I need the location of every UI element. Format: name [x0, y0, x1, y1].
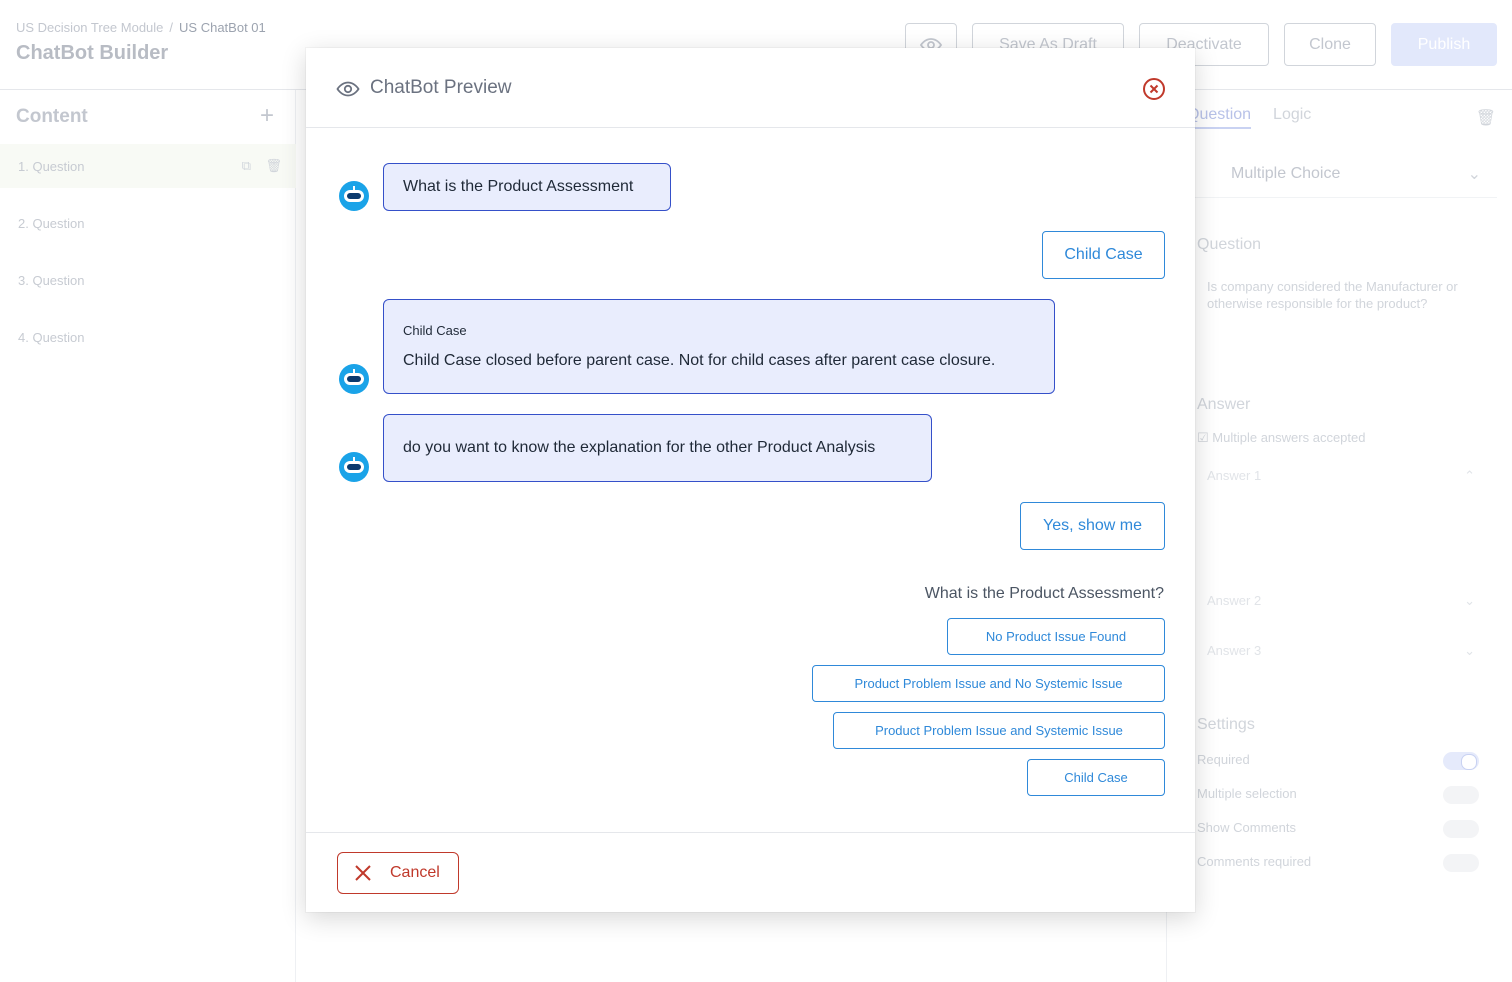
setting-show-comments: Show Comments: [1197, 820, 1296, 835]
message-text: do you want to know the explanation for …: [403, 439, 876, 456]
question-prompt: What is the Product Assessment?: [924, 585, 1164, 602]
robot-icon: [344, 457, 364, 473]
sidebar-item-label: 2. Question: [18, 215, 85, 231]
modal-footer: Cancel: [306, 832, 1195, 912]
required-toggle[interactable]: [1443, 752, 1479, 770]
sidebar-item-question-4[interactable]: 4. Question: [0, 315, 296, 359]
show-comments-toggle[interactable]: [1443, 820, 1479, 838]
reply-text: Yes, show me: [1042, 517, 1142, 534]
sidebar-item-question-3[interactable]: 3. Question: [0, 258, 296, 302]
chevron-up-icon: ⌃: [1464, 468, 1475, 483]
eye-icon: [336, 81, 360, 97]
sidebar-item-label: 4. Question: [18, 329, 85, 345]
robot-icon: [344, 186, 364, 202]
multiple-answers-checkbox[interactable]: ☑ Multiple answers accepted: [1197, 430, 1365, 446]
option-child-case[interactable]: Child Case: [1027, 759, 1165, 796]
multiple-answers-label: Multiple answers accepted: [1212, 430, 1366, 445]
message-text: What is the Product Assessment: [403, 178, 634, 195]
sidebar-item-question-2[interactable]: 2. Question: [0, 201, 296, 245]
setting-multiple-selection: Multiple selection: [1197, 786, 1297, 801]
comments-required-toggle[interactable]: [1443, 854, 1479, 872]
answer-1-label: Answer 1: [1207, 468, 1262, 483]
bot-message: do you want to know the explanation for …: [383, 414, 932, 482]
content-sidebar: Content + 1. Question ⧉ 🗑 2. Question 3.…: [0, 90, 296, 982]
settings-label: Settings: [1197, 716, 1255, 733]
question-label: Question: [1197, 236, 1262, 253]
answer-3-row[interactable]: Answer 3 ⌄: [1197, 643, 1487, 658]
question-type-select[interactable]: Multiple Choice ⌄: [1187, 150, 1497, 198]
publish-button[interactable]: Publish: [1391, 23, 1497, 66]
cancel-label: Cancel: [390, 864, 440, 881]
option-product-problem-no-systemic[interactable]: Product Problem Issue and No Systemic Is…: [812, 665, 1165, 702]
sidebar-title: Content: [16, 106, 88, 127]
bot-message: Child Case Child Case closed before pare…: [383, 299, 1055, 394]
cancel-button[interactable]: Cancel: [337, 852, 459, 894]
clone-button[interactable]: Clone: [1284, 23, 1376, 66]
chevron-down-icon: ⌄: [1467, 166, 1481, 183]
add-icon[interactable]: +: [260, 102, 274, 130]
close-icon[interactable]: [1142, 77, 1166, 101]
option-product-problem-systemic[interactable]: Product Problem Issue and Systemic Issue: [833, 712, 1165, 749]
breadcrumb: US Decision Tree Module / US ChatBot 01: [16, 20, 266, 35]
message-subtitle: Child Case: [403, 323, 467, 338]
tab-question[interactable]: Question: [1187, 106, 1252, 129]
trash-icon[interactable]: 🗑: [1476, 108, 1496, 128]
page-title: ChatBot Builder: [16, 42, 169, 64]
breadcrumb-module[interactable]: US Decision Tree Module: [16, 20, 163, 35]
user-reply-bubble: Yes, show me: [1020, 502, 1165, 550]
reply-text: Child Case: [1064, 246, 1143, 263]
chevron-down-icon: ⌄: [1464, 643, 1475, 658]
sidebar-item-question-1[interactable]: 1. Question ⧉ 🗑: [0, 144, 296, 188]
robot-icon: [344, 369, 364, 385]
modal-header: ChatBot Preview: [306, 48, 1195, 128]
modal-title: ChatBot Preview: [370, 77, 512, 98]
copy-icon[interactable]: ⧉: [242, 158, 251, 173]
multiple-selection-toggle[interactable]: [1443, 786, 1479, 804]
chatbot-preview-modal: ChatBot Preview What is the Product Asse…: [306, 48, 1195, 912]
question-text[interactable]: Is company considered the Manufacturer o…: [1207, 278, 1477, 312]
chevron-down-icon: ⌄: [1464, 593, 1475, 608]
option-no-product-issue-found[interactable]: No Product Issue Found: [947, 618, 1165, 655]
setting-required: Required: [1197, 752, 1250, 767]
checkbox-icon: ☑: [1197, 430, 1209, 445]
answer-label: Answer: [1197, 396, 1251, 413]
answer-2-label: Answer 2: [1207, 593, 1262, 608]
bot-message: What is the Product Assessment: [383, 163, 671, 211]
bot-avatar: [339, 181, 369, 211]
question-type-value: Multiple Choice: [1231, 164, 1341, 182]
bot-avatar: [339, 364, 369, 394]
setting-comments-required: Comments required: [1197, 854, 1312, 869]
breadcrumb-current: US ChatBot 01: [179, 20, 266, 35]
answer-2-row[interactable]: Answer 2 ⌄: [1197, 593, 1487, 608]
sidebar-item-label: 1. Question: [18, 158, 85, 174]
answer-3-label: Answer 3: [1207, 643, 1262, 658]
question-panel: Question Logic 🗑 Multiple Choice ⌄ Questi…: [1166, 90, 1512, 982]
sidebar-item-label: 3. Question: [18, 272, 85, 288]
trash-icon[interactable]: 🗑: [265, 158, 282, 173]
answer-1-row[interactable]: Answer 1 ⌃: [1197, 468, 1487, 483]
bot-avatar: [339, 452, 369, 482]
tab-logic[interactable]: Logic: [1273, 106, 1311, 123]
message-text: Child Case closed before parent case. No…: [403, 352, 996, 369]
close-icon: [355, 865, 371, 881]
user-reply-bubble: Child Case: [1042, 231, 1165, 279]
